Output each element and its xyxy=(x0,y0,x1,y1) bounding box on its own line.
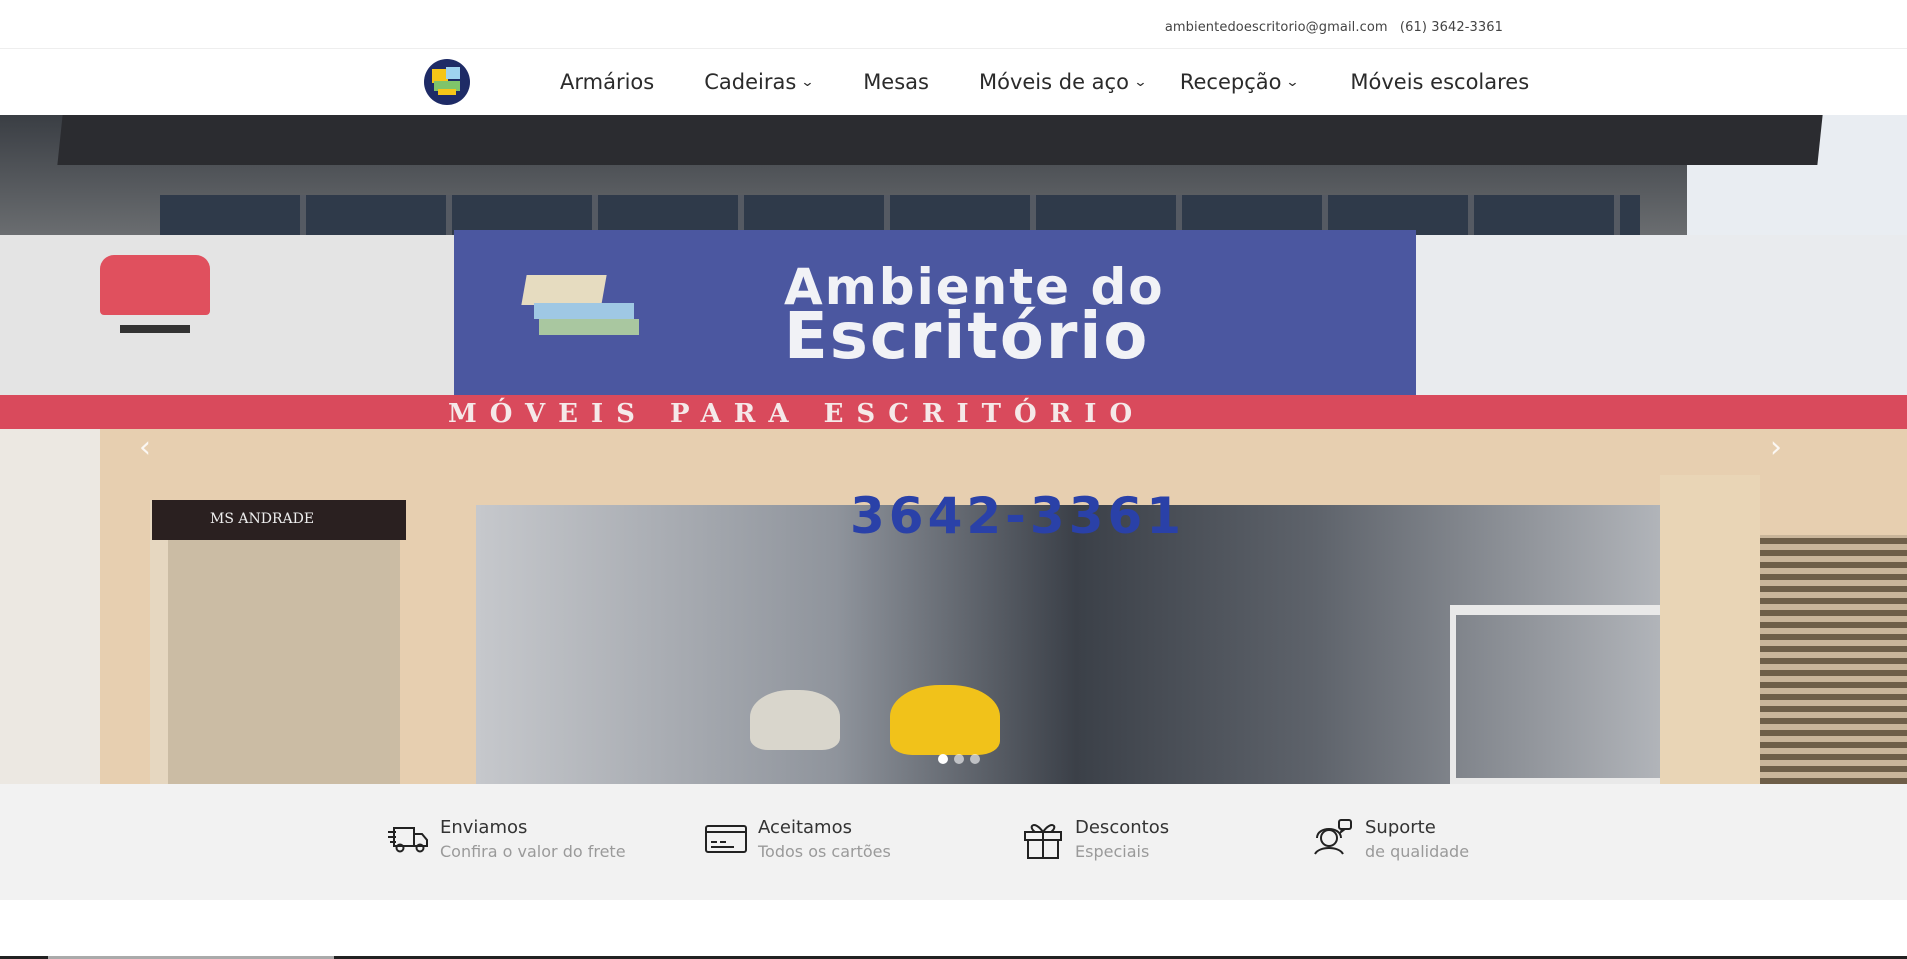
top-contact-bar: ambientedoescritorio@gmail.com (61) 3642… xyxy=(0,0,1907,49)
nav-item-moveis-de-aco[interactable]: Móveis de aço ⌄ xyxy=(978,70,1148,94)
feature-payment: Aceitamos Todos os cartões xyxy=(704,816,891,864)
features-strip: Enviamos Confira o valor do frete Aceita… xyxy=(0,784,1907,900)
contact-email[interactable]: ambientedoescritorio@gmail.com xyxy=(1165,20,1388,35)
nav-item-label: Recepção xyxy=(1179,70,1282,94)
nav-item-cadeiras[interactable]: Cadeiras ⌄ xyxy=(704,70,815,94)
slider-dot-3[interactable] xyxy=(970,754,980,764)
slider-prev-arrow[interactable]: ‹ xyxy=(130,430,160,466)
feature-subtitle: Especiais xyxy=(1075,842,1150,861)
sign-right-panel xyxy=(1400,235,1907,395)
sign-left-panel xyxy=(0,235,454,395)
feature-subtitle: de qualidade xyxy=(1365,842,1470,861)
chevron-down-icon: ⌄ xyxy=(800,74,815,90)
support-agent-icon xyxy=(1314,819,1352,855)
store-logo[interactable] xyxy=(424,59,470,105)
contact-info: ambientedoescritorio@gmail.com (61) 3642… xyxy=(1165,20,1503,35)
nav-item-moveis-escolares[interactable]: Móveis escolares xyxy=(1350,70,1529,94)
office-chair-image xyxy=(100,255,210,315)
sign-title-line2: Escritório xyxy=(784,300,1150,374)
hero-slider[interactable]: Ambiente do Escritório MÓVEIS PARA ESCRI… xyxy=(0,115,1907,784)
feature-support: Suporte de qualidade xyxy=(1311,816,1469,864)
main-navbar: Armários Cadeiras ⌄ Mesas Móveis de aço … xyxy=(0,49,1907,115)
feature-discounts: Descontos Especiais xyxy=(1021,816,1169,864)
store-sign: Ambiente do Escritório xyxy=(454,230,1416,395)
feature-subtitle: Confira o valor do frete xyxy=(440,842,626,861)
nav-item-label: Móveis escolares xyxy=(1350,70,1530,94)
nav-item-mesas[interactable]: Mesas xyxy=(863,70,929,94)
feature-subtitle: Todos os cartões xyxy=(758,842,891,861)
nav-item-recepcao[interactable]: Recepção ⌄ xyxy=(1179,70,1301,94)
feature-shipping: Enviamos Confira o valor do frete xyxy=(386,816,626,864)
nav-item-label: Armários xyxy=(560,70,655,94)
slider-dots xyxy=(938,754,980,764)
slider-dot-1[interactable] xyxy=(938,754,948,764)
nav-item-label: Mesas xyxy=(863,70,929,94)
feature-title: Enviamos xyxy=(440,817,528,838)
slider-dot-2[interactable] xyxy=(954,754,964,764)
chevron-down-icon: ⌄ xyxy=(1285,74,1301,90)
feature-title: Suporte xyxy=(1365,817,1436,838)
slider-next-arrow[interactable]: › xyxy=(1761,430,1791,466)
nav-item-armarios[interactable]: Armários xyxy=(560,70,654,94)
chevron-down-icon: ⌄ xyxy=(1133,74,1148,90)
nav-item-label: Móveis de aço xyxy=(978,70,1129,94)
sign-logo xyxy=(521,265,644,345)
contact-phone[interactable]: (61) 3642-3361 xyxy=(1400,20,1503,35)
credit-card-icon xyxy=(705,825,747,853)
sign-band-text: MÓVEIS PARA ESCRITÓRIO xyxy=(448,399,1146,429)
nav-item-label: Cadeiras xyxy=(704,70,797,94)
gift-icon xyxy=(1024,824,1062,859)
feature-title: Descontos xyxy=(1075,817,1170,838)
delivery-truck-icon xyxy=(388,827,428,853)
main-nav: Armários Cadeiras ⌄ Mesas Móveis de aço … xyxy=(560,49,1529,115)
storefront-phone: 3642-3361 xyxy=(850,487,1186,545)
neighbor-plaque-text: MS ANDRADE xyxy=(210,511,315,527)
feature-title: Aceitamos xyxy=(758,817,852,838)
